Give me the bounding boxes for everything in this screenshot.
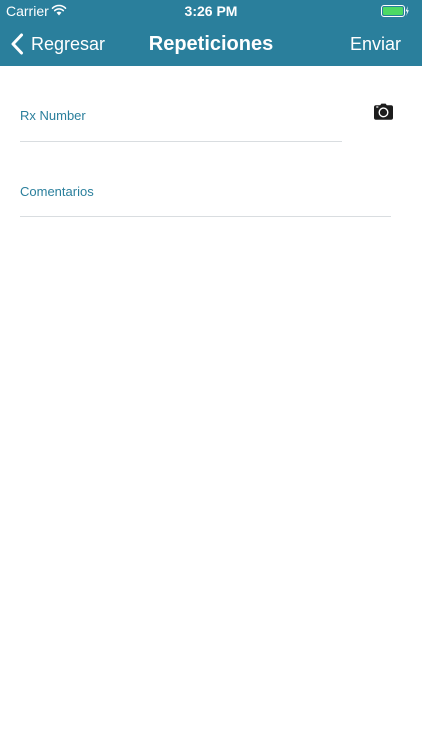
send-button[interactable]: Enviar [350, 33, 401, 55]
status-time: 3:26 PM [184, 3, 238, 19]
header: Carrier 3:26 PM Regresar Repeticiones En… [0, 0, 422, 66]
camera-icon[interactable] [374, 103, 393, 120]
screen: Carrier 3:26 PM Regresar Repeticiones En… [0, 0, 422, 750]
status-bar: Carrier 3:26 PM [0, 0, 422, 22]
chevron-left-icon [11, 33, 23, 55]
rx-number-input[interactable] [20, 98, 342, 132]
back-button[interactable]: Regresar [10, 30, 105, 58]
comments-field [20, 174, 391, 217]
rx-number-field [20, 98, 342, 142]
back-label: Regresar [31, 34, 106, 54]
comments-input[interactable] [20, 174, 391, 208]
navigation-bar: Regresar Repeticiones Enviar [0, 22, 422, 66]
battery-charging-icon [381, 5, 409, 17]
